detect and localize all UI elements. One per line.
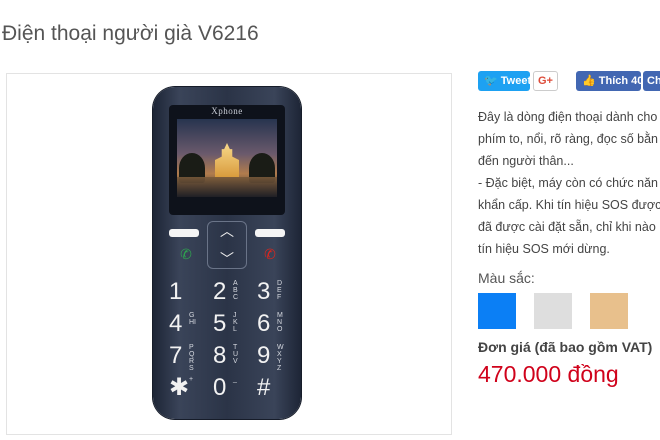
price-value: 470.000 đồng <box>478 361 619 387</box>
google-plus-label: G+ <box>538 75 553 87</box>
key-6: 6 MNO <box>257 310 283 337</box>
end-call-icon: ✆ <box>264 246 276 262</box>
tweet-button[interactable]: 🐦 Tweet <box>478 71 532 91</box>
key-2: 2 ABC <box>213 278 239 305</box>
dpad-up-icon: ︿ <box>220 223 234 239</box>
description-line: tín hiệu SOS mới dừng. <box>478 242 610 256</box>
key-7: 7 PQRS <box>169 342 195 372</box>
key-5: 5 JKL <box>213 310 238 337</box>
phone-dpad: ︿ ﹀ <box>207 221 247 269</box>
key-star: ✱ + <box>169 374 194 401</box>
tweet-label: Tweet <box>500 75 532 87</box>
description-line: - Đặc biệt, máy còn có chức năn <box>478 176 658 190</box>
phone-screen-bezel: Xphone <box>169 105 285 215</box>
phone-screen <box>177 119 277 197</box>
product-description: Đây là dòng điện thoại dành cho phím to,… <box>478 106 660 260</box>
right-softkey <box>255 229 285 237</box>
screen-water <box>177 177 277 197</box>
key-4: 4 GHI <box>169 310 196 337</box>
left-softkey <box>169 229 199 237</box>
screen-tower <box>215 143 239 177</box>
facebook-share-button[interactable]: Ch <box>643 71 660 91</box>
color-label: Màu sắc: <box>478 270 535 286</box>
description-line: đến người thân... <box>478 154 574 168</box>
description-line: phím to, nổi, rõ ràng, đọc số bằn <box>478 132 658 146</box>
phone-illustration: Xphone ︿ ﹀ ✆ ✆ 1 2ABC 3DEF 4GHI 5JKL <box>153 87 301 419</box>
phone-brand-logo: Xphone <box>211 106 243 116</box>
page-title: Điện thoại người già V6216 <box>2 22 259 45</box>
description-line: Đây là dòng điện thoại dành cho <box>478 110 658 124</box>
description-line: đã được cài đặt sẵn, chỉ khi nào <box>478 220 656 234</box>
product-image[interactable]: Xphone ︿ ﹀ ✆ ✆ 1 2ABC 3DEF 4GHI 5JKL <box>6 73 452 435</box>
facebook-like-button[interactable]: 👍 Thích 40 <box>576 71 644 91</box>
key-1: 1 <box>169 278 183 305</box>
key-0: 0 _ <box>213 374 237 401</box>
google-plus-button[interactable]: G+ <box>533 71 558 91</box>
share-label: Ch <box>647 75 660 87</box>
color-swatch-silver[interactable] <box>534 293 572 329</box>
description-line: khẩn cấp. Khi tín hiệu SOS được <box>478 198 660 212</box>
like-count-label: Thích 40 <box>598 75 644 87</box>
color-swatch-blue[interactable] <box>478 293 516 329</box>
phone-nav-keys: ︿ ﹀ ✆ ✆ <box>161 221 293 269</box>
key-9: 9 WXYZ <box>257 342 284 372</box>
price-label: Đơn giá (đã bao gồm VAT) <box>478 339 653 355</box>
facebook-thumb-icon: 👍 <box>582 75 596 87</box>
key-3: 3 DEF <box>257 278 283 305</box>
dpad-down-icon: ﹀ <box>220 251 234 267</box>
twitter-icon: 🐦 <box>484 75 498 87</box>
call-icon: ✆ <box>180 246 192 262</box>
key-hash: # <box>257 374 271 401</box>
key-8: 8 TUV <box>213 342 239 369</box>
color-swatch-gold[interactable] <box>590 293 628 329</box>
